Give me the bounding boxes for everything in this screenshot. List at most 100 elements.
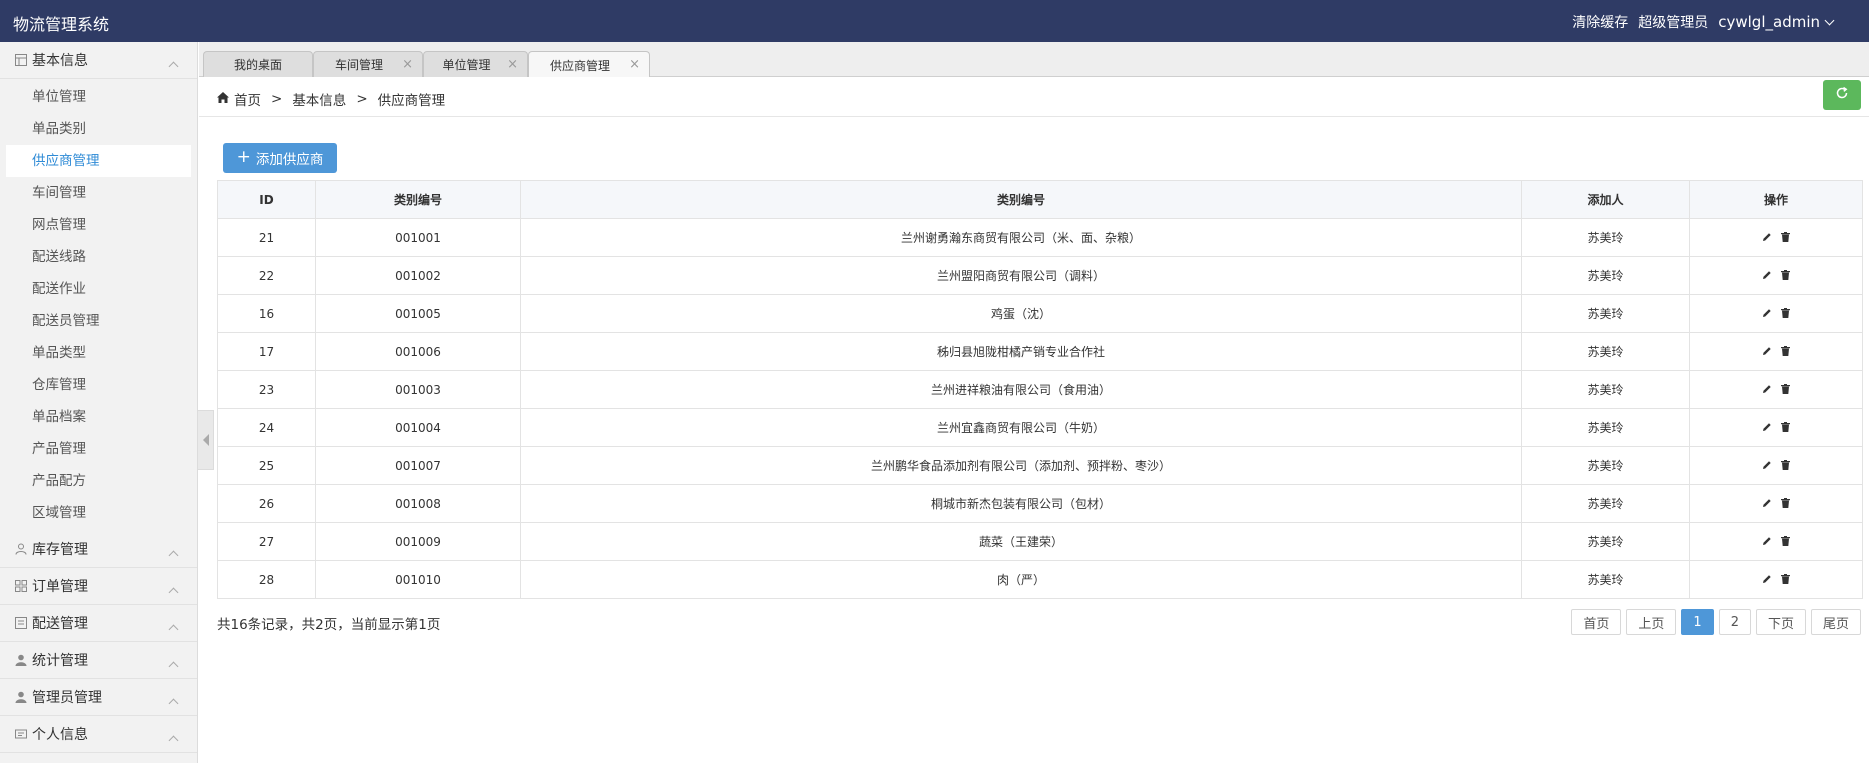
trash-icon[interactable] [1781, 497, 1790, 511]
trash-icon[interactable] [1781, 573, 1790, 587]
sidebar-group-label: 个人信息 [32, 727, 88, 743]
close-icon[interactable]: × [629, 57, 640, 72]
chevron-up-icon [168, 550, 179, 561]
breadcrumb-current: 供应商管理 [377, 93, 446, 109]
cell-name: 肉（严） [520, 560, 1522, 599]
cell-actions [1689, 256, 1863, 295]
cell-creator: 苏美玲 [1521, 332, 1690, 371]
clear-cache-link[interactable]: 清除缓存 [1572, 12, 1628, 32]
row-actions [1762, 231, 1790, 245]
header-actions: 清除缓存 超级管理员 cywlgl_admin [1572, 12, 1835, 32]
cell-actions [1689, 560, 1863, 599]
edit-icon[interactable] [1762, 535, 1772, 549]
edit-icon[interactable] [1762, 269, 1772, 283]
tab-bar: 我的桌面 车间管理 × 单位管理 × 供应商管理 × [199, 42, 1869, 78]
cell-code: 001002 [315, 256, 521, 295]
column-header-code: 类别编号 [315, 180, 521, 219]
sidebar-group-delivery[interactable]: 配送管理 [0, 605, 197, 642]
sidebar-item-item-archive[interactable]: 单品档案 [6, 401, 191, 433]
role-label: 超级管理员 [1638, 15, 1709, 31]
cell-name: 兰州鹏华食品添加剂有限公司（添加剂、预拌粉、枣沙） [520, 446, 1522, 485]
sidebar-item-product[interactable]: 产品管理 [6, 433, 191, 465]
pager-page-1[interactable]: 1 [1681, 609, 1714, 635]
cell-id: 23 [217, 370, 316, 409]
sidebar-item-region[interactable]: 区域管理 [6, 497, 191, 529]
tab-unit[interactable]: 单位管理 × [423, 51, 528, 77]
sidebar-group-basic-info[interactable]: 基本信息 [0, 42, 197, 79]
trash-icon[interactable] [1781, 231, 1790, 245]
refresh-button[interactable] [1823, 80, 1861, 110]
edit-icon[interactable] [1762, 573, 1772, 587]
cell-creator: 苏美玲 [1521, 294, 1690, 333]
pager-prev[interactable]: 上页 [1626, 609, 1677, 635]
pager-last[interactable]: 尾页 [1810, 609, 1861, 635]
trash-icon[interactable] [1781, 535, 1790, 549]
sidebar-item-warehouse[interactable]: 仓库管理 [6, 369, 191, 401]
edit-icon[interactable] [1762, 383, 1772, 397]
tab-supplier[interactable]: 供应商管理 × [528, 51, 650, 78]
tab-label: 供应商管理 [549, 58, 610, 73]
table-header-row: ID 类别编号 类别编号 添加人 操作 [217, 180, 1863, 219]
edit-icon[interactable] [1762, 459, 1772, 473]
sidebar-item-outlet[interactable]: 网点管理 [6, 209, 191, 241]
add-supplier-button[interactable]: + 添加供应商 [223, 143, 337, 173]
cell-actions [1689, 294, 1863, 333]
edit-icon[interactable] [1762, 421, 1772, 435]
close-icon[interactable]: × [402, 57, 413, 72]
sidebar-item-item-type[interactable]: 单品类型 [6, 337, 191, 369]
cell-id: 27 [217, 522, 316, 561]
username: cywlgl_admin [1718, 13, 1820, 31]
top-header: 物流管理系统 清除缓存 超级管理员 cywlgl_admin [0, 0, 1869, 42]
sidebar-item-item-category[interactable]: 单品类别 [6, 113, 191, 145]
close-icon[interactable]: × [507, 57, 518, 72]
trash-icon[interactable] [1781, 307, 1790, 321]
cell-code: 001010 [315, 560, 521, 599]
user-menu[interactable]: cywlgl_admin [1718, 13, 1835, 31]
cell-code: 001009 [315, 522, 521, 561]
pager-next[interactable]: 下页 [1755, 609, 1806, 635]
pagination: 首页 上页 1 2 下页 尾页 [1571, 609, 1861, 635]
table-row: 23 001003 兰州进祥粮油有限公司（食用油） 苏美玲 [217, 370, 1863, 409]
pager-first[interactable]: 首页 [1571, 609, 1622, 635]
sidebar-group-profile[interactable]: 个人信息 [0, 716, 197, 753]
table-body: 21 001001 兰州谢勇瀚东商贸有限公司（米、面、杂粮） 苏美玲 22 00… [217, 218, 1863, 599]
cell-id: 16 [217, 294, 316, 333]
sidebar-item-unit[interactable]: 单位管理 [6, 81, 191, 113]
trash-icon[interactable] [1781, 383, 1790, 397]
sidebar-group-label: 订单管理 [32, 579, 88, 595]
sidebar-item-workshop[interactable]: 车间管理 [6, 177, 191, 209]
sidebar-item-recipe[interactable]: 产品配方 [6, 465, 191, 497]
edit-icon[interactable] [1762, 307, 1772, 321]
sidebar-collapse-handle[interactable] [198, 410, 214, 470]
breadcrumb-separator: > [271, 91, 283, 107]
sidebar-group-label: 基本信息 [32, 53, 88, 69]
trash-icon[interactable] [1781, 421, 1790, 435]
sidebar-group-admins[interactable]: 管理员管理 [0, 679, 197, 716]
sidebar-group-inventory[interactable]: 库存管理 [0, 531, 197, 568]
trash-icon[interactable] [1781, 459, 1790, 473]
sidebar-item-courier[interactable]: 配送员管理 [6, 305, 191, 337]
sidebar-item-route[interactable]: 配送线路 [6, 241, 191, 273]
edit-icon[interactable] [1762, 231, 1772, 245]
breadcrumb-level1[interactable]: 基本信息 [292, 89, 346, 109]
tab-desktop[interactable]: 我的桌面 [203, 51, 313, 77]
trash-icon[interactable] [1781, 269, 1790, 283]
sidebar-item-delivery-job[interactable]: 配送作业 [6, 273, 191, 305]
trash-icon[interactable] [1781, 345, 1790, 359]
cell-code: 001004 [315, 408, 521, 447]
cell-id: 24 [217, 408, 316, 447]
supplier-table-grid: ID 类别编号 类别编号 添加人 操作 21 001001 兰州谢勇瀚东商贸有限… [217, 180, 1863, 599]
cell-name: 兰州进祥粮油有限公司（食用油） [520, 370, 1522, 409]
tab-workshop[interactable]: 车间管理 × [313, 51, 423, 77]
sidebar-group-statistics[interactable]: 统计管理 [0, 642, 197, 679]
breadcrumb-home[interactable]: 首页 [234, 89, 261, 109]
sidebar-group-orders[interactable]: 订单管理 [0, 568, 197, 605]
chevron-up-icon [168, 61, 179, 72]
edit-icon[interactable] [1762, 345, 1772, 359]
pager-page-2[interactable]: 2 [1718, 609, 1751, 635]
sidebar-item-supplier[interactable]: 供应商管理 [6, 145, 191, 177]
edit-icon[interactable] [1762, 497, 1772, 511]
chevron-up-icon [168, 661, 179, 672]
chevron-up-icon [168, 735, 179, 746]
chevron-down-icon [1824, 15, 1835, 25]
